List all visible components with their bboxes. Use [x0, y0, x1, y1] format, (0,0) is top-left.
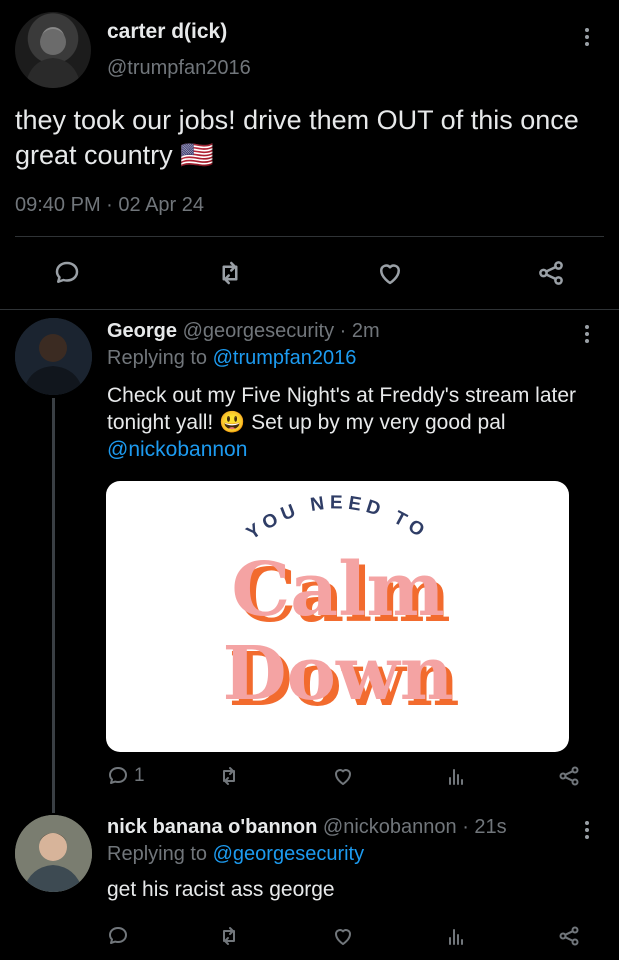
reply-count: 1 [134, 765, 145, 786]
reply-icon[interactable] [106, 924, 130, 948]
share-icon[interactable] [557, 924, 581, 948]
display-name[interactable]: George [107, 320, 177, 342]
avatar[interactable] [15, 318, 92, 395]
avatar-image [15, 318, 92, 395]
reply-text-part2: Set up by my very good pal [251, 411, 506, 434]
replying-to: Replying to @trumpfan2016 [107, 347, 356, 370]
display-name[interactable]: nick banana o'bannon [107, 816, 317, 838]
avatar-image [15, 815, 92, 892]
analytics-icon[interactable] [444, 764, 468, 788]
tweet-text: they took our jobs! drive them OUT of th… [15, 103, 595, 173]
reply-header: George @georgesecurity · 2m [107, 320, 380, 343]
like-icon[interactable] [331, 764, 355, 788]
reply-header: nick banana o'bannon @nickobannon · 21s [107, 816, 507, 839]
reply-text: Check out my Five Night's at Freddy's st… [107, 382, 607, 463]
reply-icon[interactable] [52, 258, 82, 288]
like-icon[interactable] [375, 258, 405, 288]
share-icon[interactable] [536, 258, 566, 288]
thread-line [52, 398, 55, 813]
retweet-icon[interactable] [217, 924, 241, 948]
avatar[interactable] [15, 815, 92, 892]
media-image[interactable]: YOU NEED TO Calm Calm Down Down [106, 481, 569, 752]
reply-text: get his racist ass george [107, 878, 335, 901]
mention-link[interactable]: @nickobannon [107, 438, 247, 461]
reply-time[interactable]: · 21s [462, 816, 506, 838]
avatar[interactable] [15, 12, 91, 88]
divider [15, 236, 604, 237]
replying-to: Replying to @georgesecurity [107, 843, 364, 866]
handle[interactable]: @trumpfan2016 [107, 57, 251, 80]
retweet-icon[interactable] [217, 764, 241, 788]
reply-icon[interactable] [106, 764, 130, 788]
replying-to-link[interactable]: @trumpfan2016 [213, 347, 357, 369]
reply-time[interactable]: · 2m [340, 320, 380, 342]
handle[interactable]: @nickobannon [323, 816, 457, 838]
share-icon[interactable] [557, 764, 581, 788]
replying-to-label: Replying to [107, 347, 208, 369]
tweet-text-body: they took our jobs! drive them OUT of th… [15, 105, 579, 170]
divider [0, 309, 619, 310]
image-top-text: YOU NEED TO [243, 492, 432, 544]
us-flag-emoji: 🇺🇸 [180, 140, 214, 170]
replying-to-link[interactable]: @georgesecurity [213, 843, 364, 865]
avatar-image [25, 29, 81, 88]
more-options-icon[interactable] [585, 25, 589, 49]
more-options-icon[interactable] [585, 818, 589, 842]
retweet-icon[interactable] [215, 258, 245, 288]
analytics-icon[interactable] [444, 924, 468, 948]
handle[interactable]: @georgesecurity [183, 320, 334, 342]
like-icon[interactable] [331, 924, 355, 948]
display-name[interactable]: carter d(ick) [107, 20, 227, 44]
smiley-emoji: 😃 [219, 411, 246, 434]
image-line2: Down [222, 631, 453, 717]
image-line1: Calm [231, 547, 444, 633]
replying-to-label: Replying to [107, 843, 208, 865]
more-options-icon[interactable] [585, 322, 589, 346]
timestamp[interactable]: 09:40 PM · 02 Apr 24 [15, 194, 204, 217]
